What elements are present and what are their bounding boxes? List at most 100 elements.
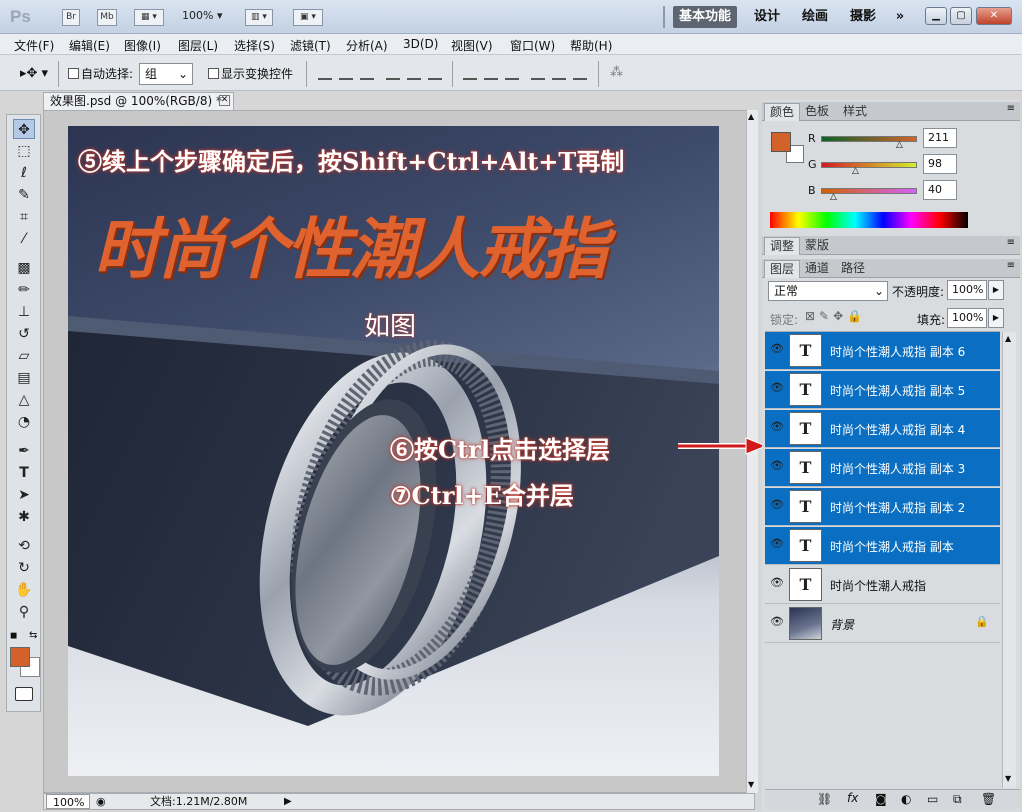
opacity-field[interactable]: 100%: [947, 280, 987, 300]
align-right-icon[interactable]: [428, 66, 442, 80]
distribute-right-icon[interactable]: [573, 66, 587, 80]
tab-masks[interactable]: 蒙版: [800, 237, 834, 255]
new-group-icon[interactable]: ▭: [927, 792, 938, 806]
layer-row[interactable]: 👁 T 时尚个性潮人戒指: [765, 566, 1000, 604]
zoom-field[interactable]: 100%: [46, 794, 90, 809]
align-vcenter-icon[interactable]: [339, 66, 353, 80]
eye-icon[interactable]: 👁: [768, 420, 786, 436]
slider-thumb-icon[interactable]: △: [852, 166, 859, 176]
lock-icons[interactable]: ⊠✎✥🔒: [805, 309, 866, 323]
layer-row[interactable]: 👁 T 时尚个性潮人戒指 副本 2: [765, 488, 1000, 526]
tab-layers[interactable]: 图层: [764, 260, 801, 278]
link-layers-icon[interactable]: ⛓: [817, 792, 832, 806]
status-arrow-icon[interactable]: ▶: [284, 794, 292, 809]
workspace-photography[interactable]: 摄影: [843, 6, 883, 28]
show-transform-checkbox[interactable]: 显示变换控件: [208, 65, 293, 82]
quick-select-tool-icon[interactable]: ✎: [13, 185, 35, 205]
add-mask-icon[interactable]: ◙: [875, 792, 887, 806]
layer-row[interactable]: 👁 T 时尚个性潮人戒指 副本: [765, 527, 1000, 565]
menu-view[interactable]: 视图(V): [451, 37, 493, 54]
close-icon[interactable]: ✕: [219, 95, 230, 106]
new-layer-icon[interactable]: ⧉: [953, 792, 962, 807]
hand-tool-icon[interactable]: ✋: [13, 580, 35, 600]
tab-adjustments[interactable]: 调整: [764, 237, 801, 255]
distribute-hcenter-icon[interactable]: [552, 66, 566, 80]
g-slider[interactable]: [821, 162, 917, 168]
panel-menu-icon[interactable]: ≡: [1007, 260, 1015, 271]
view-extras-button[interactable]: ▦ ▾: [134, 9, 164, 26]
eye-icon[interactable]: 👁: [768, 615, 786, 631]
menu-edit[interactable]: 编辑(E): [69, 37, 110, 54]
eyedropper-tool-icon[interactable]: ⁄: [13, 229, 35, 249]
lasso-tool-icon[interactable]: ℓ: [13, 163, 35, 183]
gradient-tool-icon[interactable]: ▤: [13, 368, 35, 388]
shape-tool-icon[interactable]: ✱: [13, 507, 35, 527]
eye-icon[interactable]: 👁: [768, 576, 786, 592]
menu-filter[interactable]: 滤镜(T): [290, 37, 331, 54]
eye-icon[interactable]: 👁: [768, 381, 786, 397]
workspace-painting[interactable]: 绘画: [795, 6, 835, 28]
r-value-field[interactable]: 211: [923, 128, 957, 148]
layer-style-icon[interactable]: fx: [847, 791, 858, 805]
menu-3d[interactable]: 3D(D): [403, 37, 438, 51]
fill-arrow-icon[interactable]: ▶: [988, 308, 1004, 328]
panel-menu-icon[interactable]: ≡: [1007, 103, 1015, 114]
move-tool-icon[interactable]: ✥: [13, 119, 35, 139]
align-left-icon[interactable]: [386, 66, 400, 80]
auto-select-checkbox[interactable]: 自动选择:: [68, 65, 133, 82]
tab-channels[interactable]: 通道: [800, 260, 834, 278]
zoom-dropdown[interactable]: 100% ▾: [182, 9, 222, 22]
close-button[interactable]: ✕: [976, 7, 1012, 25]
eraser-tool-icon[interactable]: ▱: [13, 346, 35, 366]
scroll-down-icon[interactable]: ▼: [748, 780, 754, 789]
scroll-up-icon[interactable]: ▲: [1005, 334, 1011, 343]
scroll-down-icon[interactable]: ▼: [1005, 774, 1011, 783]
layer-row[interactable]: 👁 T 时尚个性潮人戒指 副本 5: [765, 371, 1000, 409]
adjustment-layer-icon[interactable]: ◐: [901, 792, 911, 806]
layer-row[interactable]: 👁 背景 🔒: [765, 605, 1000, 643]
foreground-color-swatch[interactable]: [10, 647, 30, 667]
align-bottom-icon[interactable]: [360, 66, 374, 80]
tab-styles[interactable]: 样式: [838, 103, 872, 121]
eye-icon[interactable]: 👁: [768, 537, 786, 553]
menu-layer[interactable]: 图层(L): [178, 37, 218, 54]
eye-icon[interactable]: 👁: [768, 342, 786, 358]
tab-color[interactable]: 颜色: [764, 103, 801, 121]
more-workspaces-button[interactable]: »: [888, 6, 912, 28]
menu-file[interactable]: 文件(F): [14, 37, 54, 54]
auto-align-icon[interactable]: ⁂: [610, 65, 623, 80]
b-value-field[interactable]: 40: [923, 180, 957, 200]
g-value-field[interactable]: 98: [923, 154, 957, 174]
default-colors-icon[interactable]: ◼: [10, 631, 17, 641]
clone-stamp-tool-icon[interactable]: ⊥: [13, 302, 35, 322]
brush-tool-icon[interactable]: ✏: [13, 280, 35, 300]
layer-row[interactable]: 👁 T 时尚个性潮人戒指 副本 4: [765, 410, 1000, 448]
slider-thumb-icon[interactable]: △: [896, 140, 903, 150]
3d-rotate-tool-icon[interactable]: ⟲: [13, 536, 35, 556]
path-select-tool-icon[interactable]: ➤: [13, 485, 35, 505]
tab-swatches[interactable]: 色板: [800, 103, 834, 121]
align-hcenter-icon[interactable]: [407, 66, 421, 80]
layer-row[interactable]: 👁 T 时尚个性潮人戒指 副本 6: [765, 332, 1000, 370]
marquee-tool-icon[interactable]: ⬚: [13, 141, 35, 161]
panel-menu-icon[interactable]: ≡: [1007, 237, 1015, 248]
scroll-up-icon[interactable]: ▲: [748, 112, 754, 121]
tab-paths[interactable]: 路径: [836, 260, 870, 278]
maximize-button[interactable]: ▢: [950, 7, 972, 25]
bridge-button[interactable]: Br: [62, 9, 80, 26]
blend-mode-dropdown[interactable]: 正常 ⌄: [768, 281, 888, 301]
distribute-vcenter-icon[interactable]: [484, 66, 498, 80]
pen-tool-icon[interactable]: ✒: [13, 441, 35, 461]
history-brush-tool-icon[interactable]: ↺: [13, 324, 35, 344]
document-tab[interactable]: 效果图.psd @ 100%(RGB/8) * ✕: [43, 92, 234, 110]
dodge-tool-icon[interactable]: ◔: [13, 412, 35, 432]
swap-colors-icon[interactable]: ⇆: [29, 630, 37, 641]
layers-scrollbar[interactable]: ▲ ▼: [1002, 332, 1016, 788]
crop-tool-icon[interactable]: ⌗: [13, 207, 35, 227]
workspace-design[interactable]: 设计: [747, 6, 787, 28]
status-menu-icon[interactable]: ◉: [96, 794, 106, 809]
menu-window[interactable]: 窗口(W): [510, 37, 555, 54]
eye-icon[interactable]: 👁: [768, 459, 786, 475]
minibridge-button[interactable]: Mb: [97, 9, 117, 26]
opacity-arrow-icon[interactable]: ▶: [988, 280, 1004, 300]
